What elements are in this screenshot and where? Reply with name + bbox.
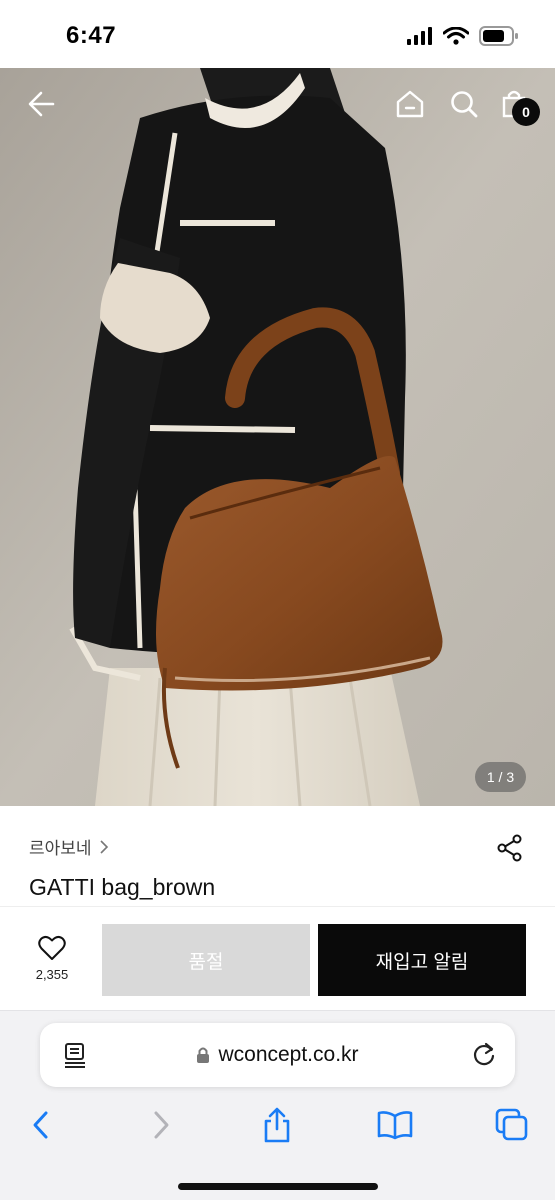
status-bar: 6:47: [0, 0, 555, 68]
lock-icon: [197, 1047, 210, 1063]
image-pager: 1 / 3: [475, 762, 526, 792]
battery-icon: [479, 26, 518, 46]
reload-icon[interactable]: [471, 1041, 497, 1069]
chevron-right-icon: [99, 839, 108, 854]
purchase-action-bar: 2,355 품절 재입고 알림: [0, 906, 555, 1010]
browser-share-button[interactable]: [255, 1103, 299, 1147]
browser-toolbar: wconcept.co.kr: [0, 1010, 555, 1200]
like-button[interactable]: 2,355: [26, 935, 78, 982]
home-indicator: [178, 1183, 378, 1190]
back-arrow-icon: [28, 91, 55, 117]
url-text: wconcept.co.kr: [218, 1043, 359, 1066]
product-info: 르아보네 GATTI bag_brown: [0, 806, 555, 906]
share-up-icon: [264, 1107, 290, 1143]
search-button[interactable]: [442, 82, 486, 126]
share-icon: [497, 834, 522, 862]
address-bar[interactable]: wconcept.co.kr: [40, 1023, 515, 1087]
wifi-icon: [443, 27, 469, 45]
bookmarks-button[interactable]: [373, 1103, 417, 1147]
product-photo: [0, 68, 555, 806]
product-image[interactable]: 0 1 / 3: [0, 68, 555, 806]
share-button[interactable]: [492, 830, 528, 866]
tabs-button[interactable]: [490, 1103, 534, 1147]
soldout-button[interactable]: 품절: [102, 924, 310, 996]
restock-alert-button[interactable]: 재입고 알림: [318, 924, 526, 996]
back-button[interactable]: [20, 82, 64, 126]
bookmarks-icon: [377, 1111, 413, 1140]
like-count: 2,355: [35, 967, 69, 982]
browser-forward-button[interactable]: [139, 1103, 183, 1147]
url-display: wconcept.co.kr: [40, 1043, 515, 1067]
search-icon: [451, 91, 478, 118]
home-button[interactable]: [388, 82, 432, 126]
product-title: GATTI bag_brown: [29, 874, 216, 900]
brand-link[interactable]: 르아보네: [29, 834, 110, 859]
heart-icon: [38, 935, 66, 960]
brand-name: 르아보네: [29, 839, 92, 858]
browser-back-button[interactable]: [19, 1103, 63, 1147]
status-time: 6:47: [66, 22, 117, 49]
cart-count-badge: 0: [512, 98, 540, 126]
status-icons: [407, 26, 519, 46]
signal-icon: [407, 27, 432, 45]
home-icon: [396, 90, 424, 118]
chevron-right-icon: [154, 1111, 169, 1139]
tabs-icon: [495, 1108, 528, 1141]
chevron-left-icon: [33, 1111, 48, 1139]
